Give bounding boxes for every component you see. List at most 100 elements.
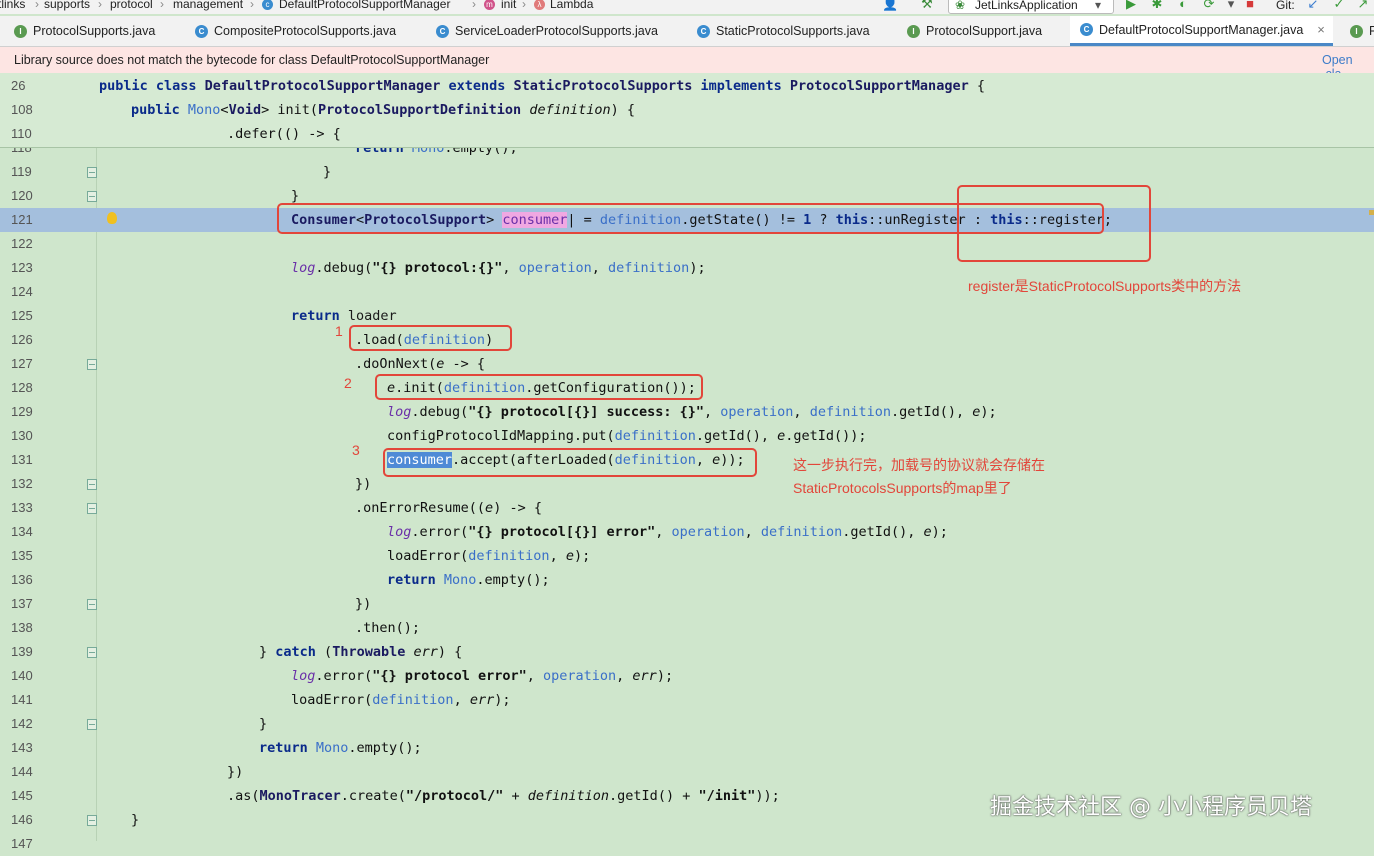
- line-number: 145: [11, 788, 33, 803]
- code-line: } catch (Throwable err) {: [259, 644, 463, 660]
- breadcrumb-item[interactable]: protocol: [110, 0, 153, 11]
- line-number: 130: [11, 428, 33, 443]
- code-line: }: [131, 812, 140, 828]
- run-icon[interactable]: ▶: [1124, 0, 1138, 11]
- fold-marker-icon[interactable]: [87, 167, 97, 178]
- code-line: public class DefaultProtocolSupportManag…: [99, 78, 985, 94]
- line-number: 122: [11, 236, 33, 251]
- chevron-down-icon[interactable]: ▾: [1224, 0, 1238, 11]
- fold-marker-icon[interactable]: [87, 479, 97, 490]
- class-icon: C: [1080, 23, 1093, 36]
- fold-marker-icon[interactable]: [87, 815, 97, 826]
- git-push-icon[interactable]: ↗: [1356, 0, 1370, 11]
- annotation-store-note-1: 这一步执行完，加载号的协议就会存储在: [793, 457, 1045, 473]
- code-line: }): [355, 476, 372, 492]
- line-number: 123: [11, 260, 33, 275]
- tab-protocol-support[interactable]: I ProtocolSupport.java: [907, 16, 1042, 46]
- annotation-register-note: register是StaticProtocolSupports类中的方法: [968, 278, 1242, 294]
- line-number: 144: [11, 764, 33, 779]
- code-editor[interactable]: 26 public class DefaultProtocolSupportMa…: [0, 73, 1374, 851]
- fold-marker-icon[interactable]: [87, 719, 97, 730]
- code-line: return Mono.empty();: [387, 572, 550, 588]
- line-number: 127: [11, 356, 33, 371]
- tab-default-protocol-support-manager[interactable]: C DefaultProtocolSupportManager.java ×: [1070, 16, 1333, 46]
- code-line: .doOnNext(e -> {: [355, 356, 486, 372]
- code-line: log.error("{} protocol error", operation…: [291, 668, 674, 684]
- code-line: .as(MonoTracer.create("/protocol/" + def…: [227, 788, 780, 804]
- code-line: .then();: [355, 620, 421, 636]
- tab-composite-protocol-supports[interactable]: C CompositeProtocolSupports.java: [195, 16, 396, 46]
- run-config-select[interactable]: ❀ JetLinksApplication ▾: [948, 0, 1114, 14]
- code-line: log.debug("{} protocol[{}] success: {}",…: [387, 404, 997, 420]
- code-line: log.error("{} protocol[{}] error", opera…: [387, 524, 948, 540]
- highlight-box: [349, 325, 512, 351]
- highlight-box: [375, 374, 703, 400]
- tab-label: CompositeProtocolSupports.java: [214, 24, 397, 38]
- fold-marker-icon[interactable]: [87, 359, 97, 370]
- breadcrumb-item[interactable]: Lambda: [550, 0, 593, 11]
- user-icon[interactable]: 👤: [882, 0, 898, 11]
- annotation-store-note-2: StaticProtocolsSupports的map里了: [793, 480, 1012, 496]
- line-number: 133: [11, 500, 33, 515]
- fold-marker-icon[interactable]: [87, 191, 97, 202]
- git-commit-icon[interactable]: ✓: [1332, 0, 1346, 11]
- line-number: 140: [11, 668, 33, 683]
- line-number: 137: [11, 596, 33, 611]
- line-number: 128: [11, 380, 33, 395]
- bytecode-mismatch-banner: Library source does not match the byteco…: [0, 47, 1374, 81]
- chevron-down-icon: ▾: [1095, 0, 1102, 12]
- stop-icon[interactable]: ■: [1243, 0, 1257, 11]
- git-update-icon[interactable]: ↙: [1306, 0, 1320, 11]
- fold-marker-icon[interactable]: [87, 647, 97, 658]
- line-number: 142: [11, 716, 33, 731]
- breadcrumb-item[interactable]: tlinks: [0, 0, 25, 11]
- code-line: }): [227, 764, 244, 780]
- fold-marker-icon[interactable]: [87, 503, 97, 514]
- line-number: 26: [11, 78, 26, 93]
- line-number: 120: [11, 188, 33, 203]
- code-line: }: [323, 164, 332, 180]
- class-icon: C: [195, 24, 208, 38]
- line-number: 124: [11, 284, 33, 299]
- line-number: 135: [11, 548, 33, 563]
- coverage-icon[interactable]: ◐: [1176, 0, 1190, 11]
- tab-service-loader-protocol-supports[interactable]: C ServiceLoaderProtocolSupports.java: [436, 16, 658, 46]
- tab-protocol-supports[interactable]: I ProtocolSupports.java: [14, 16, 155, 46]
- close-icon[interactable]: ×: [1317, 22, 1325, 37]
- lightbulb-icon[interactable]: [107, 212, 117, 224]
- tab-static-protocol-supports[interactable]: C StaticProtocolSupports.java: [697, 16, 870, 46]
- line-number: 132: [11, 476, 33, 491]
- highlight-box: [957, 185, 1151, 262]
- line-number: 143: [11, 740, 33, 755]
- line-number: 126: [11, 332, 33, 347]
- profile-icon[interactable]: ⟳: [1202, 0, 1216, 11]
- hammer-icon[interactable]: ⚒: [920, 0, 934, 11]
- line-number: 141: [11, 692, 33, 707]
- breadcrumb: tlinks › supports › protocol › managemen…: [0, 0, 1374, 14]
- code-line: log.debug("{} protocol:{}", operation, d…: [291, 260, 706, 276]
- tab-overflow[interactable]: I P: [1350, 16, 1374, 46]
- class-icon: C: [697, 24, 710, 38]
- code-line: loadError(definition, err);: [291, 692, 511, 708]
- line-number: 110: [11, 126, 32, 141]
- watermark: 掘金技术社区 @ 小小程序员贝塔: [990, 795, 1312, 820]
- line-number: 136: [11, 572, 33, 587]
- code-line: }): [355, 596, 372, 612]
- debug-icon[interactable]: ✱: [1150, 0, 1164, 11]
- interface-icon: I: [907, 24, 920, 38]
- line-number: 131: [11, 452, 33, 467]
- breadcrumb-item[interactable]: init: [501, 0, 516, 11]
- line-number: 134: [11, 524, 33, 539]
- run-config-label: JetLinksApplication: [975, 0, 1078, 12]
- breadcrumb-item[interactable]: supports: [44, 0, 90, 11]
- breadcrumb-item[interactable]: DefaultProtocolSupportManager: [279, 0, 450, 11]
- tab-label: ProtocolSupports.java: [33, 24, 156, 38]
- code-line: loadError(definition, e);: [387, 548, 591, 564]
- warning-marker-icon[interactable]: [1369, 210, 1374, 215]
- fold-marker-icon[interactable]: [87, 599, 97, 610]
- tab-label: StaticProtocolSupports.java: [716, 24, 870, 38]
- line-number: 108: [11, 102, 33, 117]
- annotation-step-1: 1: [335, 323, 343, 339]
- breadcrumb-item[interactable]: management: [173, 0, 243, 11]
- line-number: 147: [11, 836, 33, 851]
